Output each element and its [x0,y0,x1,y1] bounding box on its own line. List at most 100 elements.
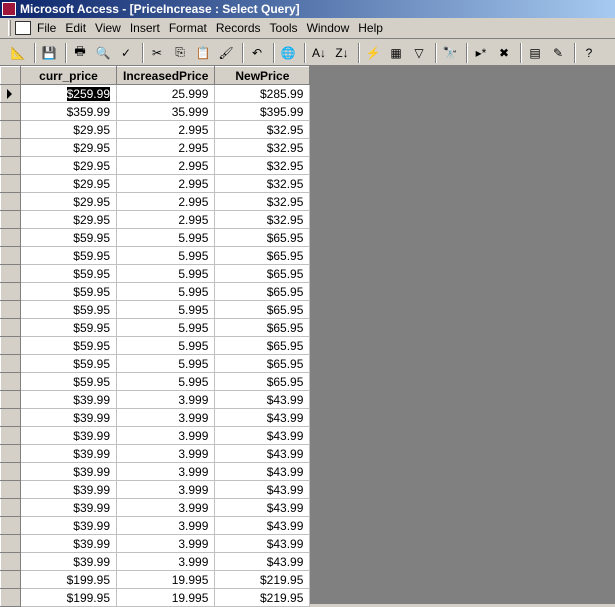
record-selector[interactable] [0,444,21,463]
cell-curr-price[interactable]: $29.95 [20,210,117,229]
cell-curr-price[interactable]: $29.95 [20,120,117,139]
record-selector[interactable] [0,570,21,589]
cell-new-price[interactable]: $43.99 [214,426,311,445]
table-row[interactable]: $29.95 2.995 $32.95 [0,210,311,229]
print-icon[interactable]: 🖶 [70,43,90,63]
cell-new-price[interactable]: $43.99 [214,480,311,499]
cell-new-price[interactable]: $32.95 [214,210,311,229]
cell-new-price[interactable]: $43.99 [214,444,311,463]
cell-curr-price[interactable]: $59.95 [20,264,117,283]
cell-new-price[interactable]: $65.95 [214,300,311,319]
datasheet-icon[interactable] [15,21,31,35]
database-window-icon[interactable]: ▤ [525,43,545,63]
cell-increased-price[interactable]: 35.999 [115,102,216,121]
cell-new-price[interactable]: $65.95 [214,336,311,355]
cell-curr-price[interactable]: $39.99 [20,516,117,535]
record-selector[interactable] [0,534,21,553]
record-selector[interactable] [0,318,21,337]
cell-increased-price[interactable]: 5.995 [115,372,216,391]
table-row[interactable]: $39.99 3.999 $43.99 [0,534,311,553]
hyperlink-icon[interactable]: 🌐 [278,43,298,63]
table-row[interactable]: $59.95 5.995 $65.95 [0,354,311,373]
cell-new-price[interactable]: $65.95 [214,318,311,337]
cell-increased-price[interactable]: 5.995 [115,300,216,319]
table-row[interactable]: $199.95 19.995 $219.95 [0,570,311,589]
cell-curr-price[interactable]: $39.99 [20,390,117,409]
cell-curr-price[interactable]: $29.95 [20,192,117,211]
record-selector[interactable] [0,354,21,373]
table-row[interactable]: $29.95 2.995 $32.95 [0,156,311,175]
record-selector[interactable] [0,246,21,265]
menu-tools[interactable]: Tools [270,21,298,35]
record-selector[interactable] [0,462,21,481]
cell-increased-price[interactable]: 3.999 [115,444,216,463]
cell-increased-price[interactable]: 2.995 [115,210,216,229]
record-selector[interactable] [0,120,21,139]
cell-increased-price[interactable]: 19.995 [115,570,216,589]
table-row[interactable]: $29.95 2.995 $32.95 [0,174,311,193]
cell-new-price[interactable]: $43.99 [214,516,311,535]
cell-curr-price[interactable]: $359.99 [20,102,117,121]
cell-increased-price[interactable]: 3.999 [115,462,216,481]
cell-increased-price[interactable]: 2.995 [115,120,216,139]
record-selector[interactable] [0,300,21,319]
table-row[interactable]: $59.95 5.995 $65.95 [0,264,311,283]
help-icon[interactable]: ? [579,43,599,63]
record-selector[interactable] [0,228,21,247]
filter-by-form-icon[interactable]: ▦ [386,43,406,63]
cell-curr-price[interactable]: $59.95 [20,246,117,265]
record-selector[interactable] [0,192,21,211]
table-row[interactable]: $29.95 2.995 $32.95 [0,120,311,139]
cell-increased-price[interactable]: 3.999 [115,480,216,499]
cell-curr-price[interactable]: $59.95 [20,318,117,337]
record-selector[interactable] [0,174,21,193]
spelling-icon[interactable]: ✓ [116,43,136,63]
record-selector[interactable] [0,480,21,499]
cut-icon[interactable]: ✂ [147,43,167,63]
menu-grip[interactable] [8,20,11,36]
column-header-increased-price[interactable]: IncreasedPrice [115,66,216,85]
cell-new-price[interactable]: $32.95 [214,138,311,157]
menu-file[interactable]: File [37,21,56,35]
cell-curr-price[interactable]: $39.99 [20,552,117,571]
cell-increased-price[interactable]: 25.999 [115,84,216,103]
cell-curr-price[interactable]: $29.95 [20,156,117,175]
cell-increased-price[interactable]: 2.995 [115,192,216,211]
cell-increased-price[interactable]: 3.999 [115,408,216,427]
cell-curr-price[interactable]: $39.99 [20,480,117,499]
menu-records[interactable]: Records [216,21,261,35]
cell-increased-price[interactable]: 5.995 [115,246,216,265]
cell-new-price[interactable]: $32.95 [214,174,311,193]
cell-curr-price[interactable]: $29.95 [20,174,117,193]
cell-curr-price[interactable]: $39.99 [20,462,117,481]
record-selector[interactable] [0,102,21,121]
table-row[interactable]: $59.95 5.995 $65.95 [0,318,311,337]
cell-new-price[interactable]: $43.99 [214,498,311,517]
cell-new-price[interactable]: $32.95 [214,156,311,175]
cell-increased-price[interactable]: 5.995 [115,354,216,373]
record-selector[interactable] [0,156,21,175]
cell-curr-price[interactable]: $59.95 [20,300,117,319]
sort-descending-icon[interactable]: Z↓ [332,43,352,63]
column-header-curr-price[interactable]: curr_price [20,66,117,85]
table-row[interactable]: $39.99 3.999 $43.99 [0,516,311,535]
table-row[interactable]: $39.99 3.999 $43.99 [0,552,311,571]
delete-record-icon[interactable]: ✖ [494,43,514,63]
view-icon[interactable]: 📐 [8,43,28,63]
cell-curr-price[interactable]: $59.95 [20,282,117,301]
record-selector[interactable] [0,426,21,445]
table-row[interactable]: $59.95 5.995 $65.95 [0,336,311,355]
record-selector[interactable] [0,336,21,355]
table-row[interactable]: $59.95 5.995 $65.95 [0,282,311,301]
cell-new-price[interactable]: $43.99 [214,462,311,481]
table-row[interactable]: $39.99 3.999 $43.99 [0,498,311,517]
sort-ascending-icon[interactable]: A↓ [309,43,329,63]
paste-icon[interactable]: 📋 [193,43,213,63]
cell-increased-price[interactable]: 3.999 [115,426,216,445]
record-selector[interactable] [0,408,21,427]
cell-increased-price[interactable]: 3.999 [115,516,216,535]
record-selector[interactable] [0,516,21,535]
menu-insert[interactable]: Insert [130,21,160,35]
select-all-corner[interactable] [0,66,21,85]
record-selector[interactable] [0,210,21,229]
